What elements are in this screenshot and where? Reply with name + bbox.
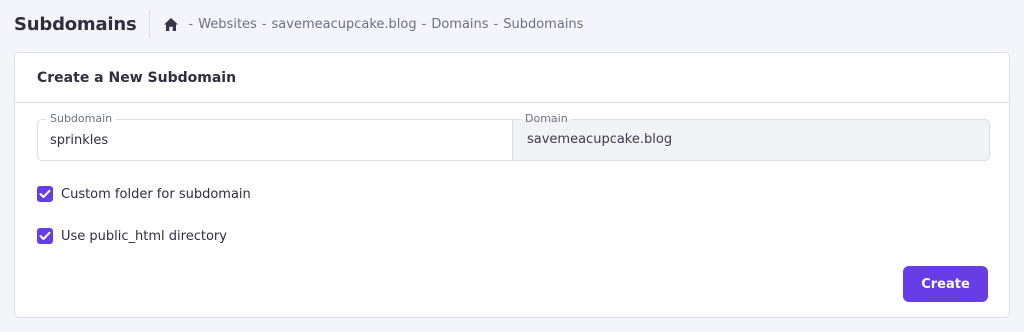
public-html-checkbox[interactable] — [37, 228, 53, 244]
create-button[interactable]: Create — [903, 266, 988, 302]
custom-folder-option[interactable]: Custom folder for subdomain — [37, 184, 251, 204]
breadcrumb-item-websites[interactable]: Websites — [198, 17, 257, 32]
breadcrumb-item-website[interactable]: savemeacupcake.blog — [272, 17, 417, 32]
breadcrumb-separator: - — [261, 16, 267, 32]
check-icon — [39, 231, 51, 240]
breadcrumb-separator: - — [188, 16, 194, 32]
breadcrumb-separator: - — [421, 16, 427, 32]
public-html-label[interactable]: Use public_html directory — [61, 229, 227, 244]
create-subdomain-card: Create a New Subdomain Subdomain Domain … — [14, 52, 1010, 318]
custom-folder-checkbox[interactable] — [37, 186, 53, 202]
custom-folder-label[interactable]: Custom folder for subdomain — [61, 187, 251, 202]
page-header: Subdomains - Websites - savemeacupcake.b… — [14, 10, 583, 38]
header-divider — [148, 10, 150, 38]
breadcrumb-item-domains[interactable]: Domains — [431, 17, 488, 32]
public-html-option[interactable]: Use public_html directory — [37, 226, 227, 246]
breadcrumb: - Websites - savemeacupcake.blog - Domai… — [163, 16, 584, 32]
subdomain-form-fields: Subdomain Domain savemeacupcake.blog — [37, 111, 990, 161]
check-icon — [39, 189, 51, 198]
subdomain-field: Subdomain — [37, 111, 513, 161]
breadcrumb-item-subdomains: Subdomains — [503, 16, 584, 32]
domain-value: savemeacupcake.blog — [527, 132, 673, 147]
card-title: Create a New Subdomain — [37, 69, 237, 86]
breadcrumb-separator: - — [493, 16, 499, 32]
home-icon[interactable] — [163, 17, 178, 31]
domain-field: Domain savemeacupcake.blog — [513, 111, 990, 161]
page-title: Subdomains — [14, 13, 137, 35]
card-header: Create a New Subdomain — [15, 53, 1009, 103]
subdomain-input[interactable] — [50, 120, 490, 160]
